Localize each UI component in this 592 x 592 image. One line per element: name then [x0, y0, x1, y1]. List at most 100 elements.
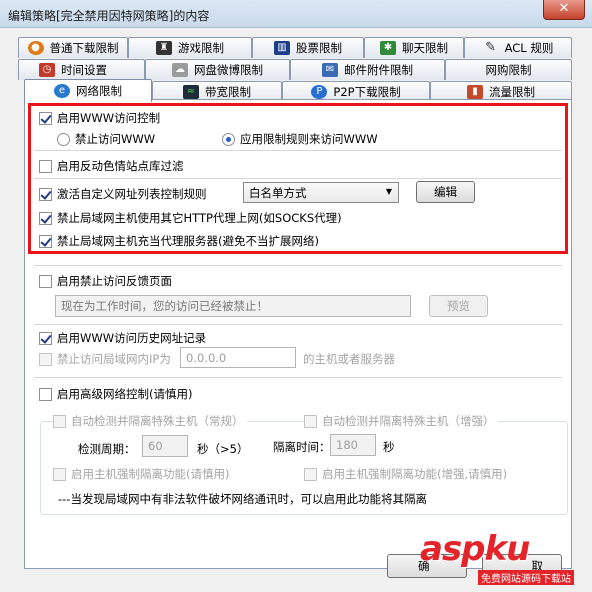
tab-game-limit[interactable]: ♜ 游戏限制: [128, 37, 252, 58]
force-isolate-row: 启用主机强制隔离功能(请慎用): [53, 466, 229, 482]
block-www-row: 禁止访问WWW: [57, 131, 155, 147]
block-www-radio[interactable]: [57, 132, 70, 146]
auto-detect-normal-checkbox[interactable]: [53, 414, 66, 428]
tab-shopping-limit[interactable]: 网购限制: [445, 59, 572, 80]
block-lan-ip-label: 禁止访问局域网内IP为: [57, 352, 171, 366]
auto-detect-enhanced-label: 自动检测并隔离特殊主机（增强）: [322, 414, 495, 428]
lan-ip-field[interactable]: 0.0.0.0: [180, 347, 296, 368]
watermark-logo: aspku 免费网站源码下载站: [420, 529, 574, 585]
force-isolate-enhanced-checkbox[interactable]: [304, 467, 317, 481]
tab-label: 带宽限制: [205, 85, 251, 99]
feedback-page-row: 启用禁止访问反馈页面: [39, 273, 172, 289]
tab-mail-attachment-limit[interactable]: ✉ 邮件附件限制: [290, 59, 445, 80]
feedback-text-value: 现在为工作时间，您的访问已经被禁止！: [61, 299, 268, 313]
tab-label: 邮件附件限制: [344, 63, 413, 77]
lan-ip-suffix: 的主机或者服务器: [303, 352, 395, 366]
anti-porn-checkbox[interactable]: [39, 159, 52, 173]
window-title: 编辑策略[完全禁用因特网策略]的内容: [8, 9, 210, 23]
list-mode-select[interactable]: 白名单方式 ▼: [243, 182, 399, 203]
tab-label: 游戏限制: [178, 41, 224, 55]
history-log-row: 启用WWW访问历史网址记录: [39, 330, 206, 346]
block-proxy-server-row: 禁止局域网主机充当代理服务器(避免不当扩展网络): [39, 233, 319, 249]
detect-period-value: 60: [148, 439, 163, 453]
block-proxy-server-label: 禁止局域网主机充当代理服务器(避免不当扩展网络): [57, 234, 319, 248]
tab-label: 聊天限制: [402, 41, 448, 55]
advanced-label: 启用高级网络控制(请慎用): [57, 387, 193, 401]
title-bar: 编辑策略[完全禁用因特网策略]的内容 ✕: [0, 0, 592, 28]
tab-cloud-weibo-limit[interactable]: ☁ 网盘微博限制: [145, 59, 290, 80]
list-mode-value: 白名单方式: [249, 185, 307, 200]
block-http-proxy-row: 禁止局域网主机使用其它HTTP代理上网(如SOCKS代理): [39, 210, 342, 226]
tab-label: 股票限制: [296, 41, 342, 55]
bandwidth-icon: ≈: [183, 85, 199, 99]
mail-icon: ✉: [322, 63, 338, 77]
advanced-checkbox[interactable]: [39, 387, 52, 401]
stock-icon: ▥: [274, 41, 290, 55]
tab-acl-rules[interactable]: ✎ ACL 规则: [464, 37, 572, 58]
cloud-icon: ☁: [172, 63, 188, 77]
custom-list-checkbox[interactable]: [39, 187, 52, 201]
acl-icon: ✎: [485, 40, 497, 55]
divider: [34, 150, 562, 151]
tab-label: 时间设置: [61, 63, 107, 77]
block-http-proxy-checkbox[interactable]: [39, 211, 52, 225]
tab-label: 普通下载限制: [49, 41, 119, 55]
chat-icon: ✱: [380, 41, 396, 55]
tab-label: P2P下载限制: [333, 85, 401, 99]
auto-detect-enhanced-checkbox[interactable]: [304, 414, 317, 428]
apply-rules-label: 应用限制规则来访问WWW: [240, 132, 378, 146]
globe-icon: e: [54, 84, 70, 98]
detect-period-label: 检测周期：: [78, 442, 136, 456]
apply-rules-radio[interactable]: [222, 132, 235, 146]
isolate-time-field[interactable]: 180: [330, 434, 376, 456]
tab-download-limit[interactable]: ● 普通下载限制: [18, 37, 128, 58]
divider: [34, 178, 562, 179]
chess-icon: ♜: [156, 41, 172, 55]
force-isolate-enhanced-row: 启用主机强制隔离功能(增强,请慎用): [304, 466, 507, 482]
enable-www-checkbox[interactable]: [39, 111, 52, 125]
block-lan-ip-checkbox[interactable]: [39, 352, 52, 366]
tab-label: 网购限制: [485, 63, 532, 77]
feedback-page-checkbox[interactable]: [39, 274, 52, 288]
edit-button[interactable]: 编辑: [416, 181, 475, 203]
lan-ip-value: 0.0.0.0: [186, 350, 227, 365]
auto-detect-enhanced-row: 自动检测并隔离特殊主机（增强）: [304, 413, 498, 429]
download-icon: ●: [27, 41, 44, 55]
tab-network-limit[interactable]: e 网络限制: [24, 79, 152, 102]
isolate-time-unit: 秒: [383, 440, 395, 454]
history-log-label: 启用WWW访问历史网址记录: [57, 331, 207, 345]
feedback-text-field[interactable]: 现在为工作时间，您的访问已经被禁止！: [55, 295, 411, 317]
force-isolate-enhanced-label: 启用主机强制隔离功能(增强,请慎用): [322, 467, 508, 481]
advanced-row: 启用高级网络控制(请慎用): [39, 386, 192, 402]
preview-button[interactable]: 预览: [429, 295, 488, 317]
traffic-icon: ▮: [467, 85, 483, 99]
close-button[interactable]: ✕: [543, 0, 585, 20]
enable-www-label: 启用WWW访问控制: [57, 111, 161, 125]
force-isolate-checkbox[interactable]: [53, 467, 66, 481]
anti-porn-label: 启用反动色情站点库过滤: [57, 159, 184, 173]
isolation-note: ---当发现局域网中有非法软件破坏网络通讯时，可以启用此功能将其隔离: [58, 492, 427, 506]
block-www-label: 禁止访问WWW: [75, 132, 156, 146]
custom-list-row: 激活自定义网址列表控制规则: [39, 186, 207, 202]
force-isolate-label: 启用主机强制隔离功能(请慎用): [71, 467, 230, 481]
block-http-proxy-label: 禁止局域网主机使用其它HTTP代理上网(如SOCKS代理): [57, 211, 342, 225]
apply-rules-row: 应用限制规则来访问WWW: [222, 131, 378, 147]
detect-period-field[interactable]: 60: [142, 435, 188, 457]
isolate-time-label: 隔离时间：: [273, 440, 331, 454]
divider: [34, 377, 562, 378]
tab-stock-limit[interactable]: ▥ 股票限制: [252, 37, 364, 58]
tab-time-settings[interactable]: ◷ 时间设置: [18, 59, 145, 80]
custom-list-label: 激活自定义网址列表控制规则: [57, 187, 207, 201]
tab-chat-limit[interactable]: ✱ 聊天限制: [364, 37, 464, 58]
p2p-icon: P: [311, 85, 328, 99]
tab-label: ACL 规则: [504, 41, 554, 55]
chevron-down-icon: ▼: [385, 187, 392, 196]
isolate-time-value: 180: [336, 438, 358, 452]
watermark-text: aspku: [420, 529, 530, 569]
watermark-subtitle: 免费网站源码下载站: [478, 570, 574, 585]
history-log-checkbox[interactable]: [39, 331, 52, 345]
divider: [34, 324, 562, 325]
block-lan-ip-row: 禁止访问局域网内IP为: [39, 351, 171, 367]
block-proxy-server-checkbox[interactable]: [39, 234, 52, 248]
detect-period-unit: 秒（>5）: [197, 442, 249, 456]
